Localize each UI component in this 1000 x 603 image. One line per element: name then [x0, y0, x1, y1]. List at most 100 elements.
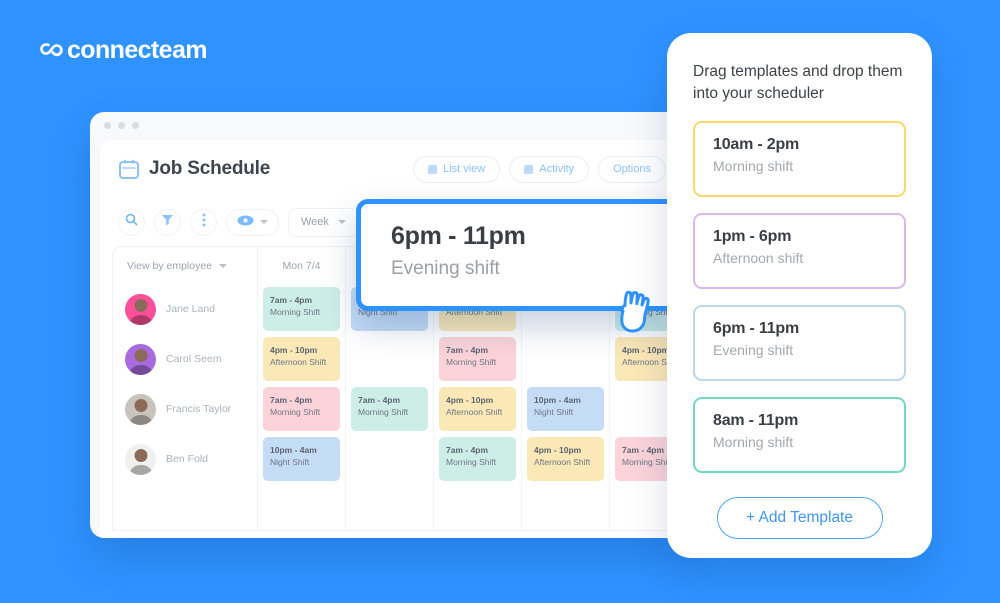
shift-chip-time: 7am - 4pm: [446, 445, 489, 455]
shift-chip-label: Morning Shift: [270, 307, 321, 318]
shift-chip[interactable]: 4pm - 10pm Afternoon Shift: [527, 437, 604, 481]
shift-chip[interactable]: 4pm - 10pm Afternoon Shift: [615, 337, 668, 381]
shift-chip-time: 4pm - 10pm: [622, 345, 668, 355]
activity-label: Activity: [539, 163, 575, 175]
shift-chip-label: Afternoon Shift: [622, 357, 667, 368]
template-subtitle: Morning shift: [713, 434, 794, 450]
avatar: [125, 393, 156, 425]
options-button[interactable]: Options: [598, 155, 666, 183]
shift-chip-label: Morning Shift: [446, 457, 497, 468]
employee-column-header[interactable]: View by employee: [113, 247, 257, 284]
schedule-cell[interactable]: 4pm - 10pm Afternoon Shift: [522, 434, 609, 484]
options-label: Options: [613, 163, 651, 175]
schedule-cell[interactable]: 7am - 4pm Morning Shift: [258, 284, 345, 334]
list-view-button[interactable]: List view: [413, 155, 501, 183]
schedule-cell[interactable]: 7am - 4pm Morning Shift: [434, 334, 521, 384]
shift-chip[interactable]: 7am - 4pm Morning Shift: [615, 437, 668, 481]
dragged-card-subtitle: Evening shift: [391, 258, 500, 279]
shift-template-card[interactable]: 10am - 2pm Morning shift: [693, 121, 906, 197]
window-dot-close[interactable]: [104, 121, 111, 129]
template-time: 6pm - 11pm: [713, 320, 800, 337]
brand-logo: connecteam: [38, 36, 207, 65]
schedule-cell[interactable]: 10pm - 4am Night Shift: [522, 384, 609, 434]
window-dot-minimize[interactable]: [118, 121, 125, 129]
employee-row[interactable]: Francis Taylor: [113, 384, 257, 434]
shift-chip[interactable]: 4pm - 10pm Afternoon Shift: [439, 387, 516, 431]
shift-chip-label: Afternoon Shift: [534, 457, 591, 468]
avatar: [125, 293, 156, 325]
shift-template-card[interactable]: 8am - 11pm Morning shift: [693, 397, 906, 473]
shift-chip[interactable]: 7am - 4pm Morning Shift: [263, 387, 340, 431]
shift-chip[interactable]: 7am - 4pm Morning Shift: [439, 337, 516, 381]
schedule-cell[interactable]: [610, 384, 667, 434]
avatar: [125, 443, 156, 475]
shift-chip-time: 7am - 4pm: [358, 395, 401, 405]
schedule-cell[interactable]: [522, 334, 609, 384]
schedule-cell[interactable]: 7am - 4pm Morning Shift: [434, 434, 521, 484]
shift-chip[interactable]: 7am - 4pm Morning Shift: [263, 287, 340, 331]
shift-chip-label: Morning Shift: [270, 407, 321, 418]
calendar-icon: [118, 158, 140, 180]
list-icon: [428, 164, 438, 174]
search-button[interactable]: [118, 208, 145, 236]
shift-chip[interactable]: 7am - 4pm Morning Shift: [351, 387, 428, 431]
schedule-cell[interactable]: 7am - 4pm Morning Shift: [346, 384, 433, 434]
activity-button[interactable]: Activity: [509, 155, 590, 183]
avatar: [125, 343, 156, 375]
search-icon: [125, 213, 138, 231]
schedule-app-window: Job Schedule List view Activity Options: [90, 112, 690, 538]
shift-chip-time: 4pm - 10pm: [446, 395, 494, 405]
window-dot-maximize[interactable]: [132, 121, 139, 129]
employee-name: Carol Seem: [166, 353, 222, 365]
shift-chip-label: Night Shift: [534, 407, 574, 418]
schedule-cell[interactable]: [346, 434, 433, 484]
shift-chip-time: 7am - 4pm: [622, 445, 665, 455]
shift-chip[interactable]: 4pm - 10pm Afternoon Shift: [263, 337, 340, 381]
template-time: 8am - 11pm: [713, 412, 799, 429]
template-subtitle: Evening shift: [713, 342, 794, 358]
view-options-dropdown[interactable]: [226, 208, 279, 236]
template-subtitle: Morning shift: [713, 158, 794, 174]
shift-chip-label: Afternoon Shift: [446, 407, 503, 418]
add-template-button[interactable]: + Add Template: [716, 497, 883, 539]
shift-chip-time: 7am - 4pm: [270, 295, 313, 305]
shift-chip[interactable]: 10pm - 4am Night Shift: [263, 437, 340, 481]
template-time: 1pm - 6pm: [713, 228, 792, 245]
shift-chip-label: Morning Shift: [446, 357, 497, 368]
sort-button[interactable]: [190, 208, 217, 236]
shift-template-card[interactable]: 6pm - 11pm Evening shift: [693, 305, 906, 381]
shift-chip-time: 4pm - 10pm: [534, 445, 582, 455]
schedule-cell[interactable]: 4pm - 10pm Afternoon Shift: [258, 334, 345, 384]
shift-template-card[interactable]: 1pm - 6pm Afternoon shift: [693, 213, 906, 289]
day-column: Mon 7/4 7am - 4pm Morning Shift 4pm - 10pm A…: [258, 247, 346, 530]
activity-icon: [524, 164, 534, 174]
employee-row[interactable]: Jane Land: [113, 284, 257, 334]
header-actions: List view Activity Options: [413, 155, 666, 183]
schedule-cell[interactable]: 4pm - 10pm Afternoon Shift: [434, 384, 521, 434]
schedule-cell[interactable]: 7am - 4pm Morning Shift: [610, 434, 668, 484]
schedule-header: Job Schedule List view Activity Options: [100, 140, 680, 198]
employee-header-label: View by employee: [127, 259, 213, 272]
shift-chip-time: 7am - 4pm: [446, 345, 489, 355]
schedule-cell[interactable]: 10pm - 4am Night Shift: [258, 434, 345, 484]
date-range-dropdown[interactable]: Week: [288, 207, 359, 237]
employee-row[interactable]: Carol Seem: [113, 334, 257, 384]
shift-chip-time: 10pm - 4am: [534, 395, 581, 405]
shift-chip[interactable]: 10pm - 4am Night Shift: [527, 387, 604, 431]
templates-panel: Drag templates and drop them into your s…: [667, 33, 932, 558]
schedule-cell[interactable]: 7am - 4pm Morning Shift: [258, 384, 345, 434]
schedule-cell[interactable]: [346, 334, 433, 384]
date-range-label: Week: [301, 216, 329, 228]
filter-icon: [161, 213, 174, 231]
page-title: Job Schedule: [149, 158, 271, 179]
filter-button[interactable]: [154, 208, 181, 236]
shift-chip[interactable]: 7am - 4pm Morning Shift: [439, 437, 516, 481]
chevron-down-icon: [219, 263, 228, 268]
panel-title: Drag templates and drop them into your s…: [693, 63, 903, 102]
shift-chip-label: Morning Shift: [358, 407, 409, 418]
template-subtitle: Afternoon shift: [713, 250, 804, 266]
shift-chip-label: Morning Shift: [622, 457, 668, 468]
shift-chip-time: 10pm - 4am: [270, 445, 317, 455]
template-time: 10am - 2pm: [713, 136, 800, 153]
employee-row[interactable]: Ben Fold: [113, 434, 257, 484]
